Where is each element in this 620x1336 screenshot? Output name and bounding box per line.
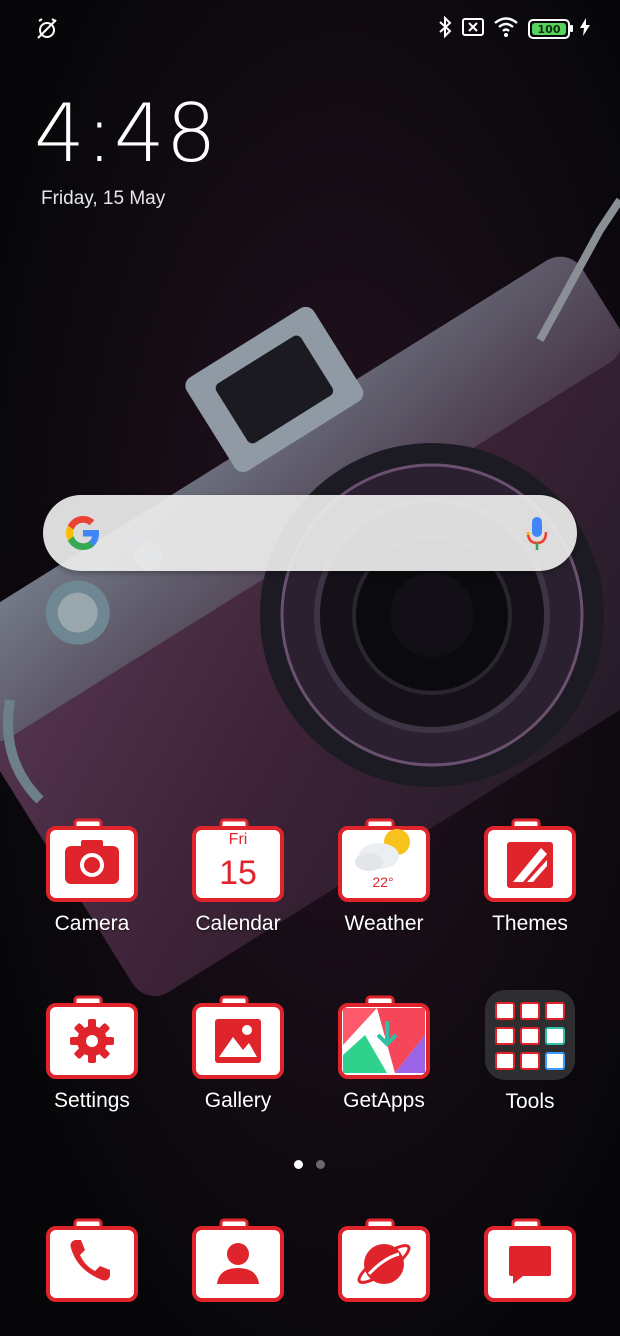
getapps-icon <box>337 995 431 1081</box>
mini-app-icon <box>545 1027 565 1045</box>
calendar-icon: Fri 15 <box>191 818 285 904</box>
app-camera[interactable]: Camera <box>32 818 152 936</box>
settings-gear-icon <box>45 995 139 1081</box>
app-label: Camera <box>54 912 130 935</box>
app-label: Gallery <box>204 1089 272 1112</box>
battery-indicator: 100 <box>528 19 573 39</box>
mini-app-icon <box>495 1002 515 1020</box>
app-calendar[interactable]: Fri 15 Calendar <box>178 818 298 936</box>
mini-app-icon <box>545 1052 565 1070</box>
mini-app-icon <box>520 1002 540 1020</box>
status-bar: 100 <box>0 0 620 58</box>
folder-tools[interactable]: Tools <box>470 990 590 1114</box>
calendar-date: 15 <box>219 854 257 892</box>
app-settings[interactable]: Settings <box>32 995 152 1113</box>
browser-icon <box>337 1218 431 1304</box>
messages-icon <box>483 1218 577 1304</box>
app-gallery[interactable]: Gallery <box>178 995 298 1113</box>
mic-icon[interactable] <box>525 515 549 553</box>
mini-app-icon <box>520 1027 540 1045</box>
dock-contacts[interactable] <box>178 1218 298 1304</box>
bluetooth-icon <box>438 15 452 42</box>
no-sim-icon <box>462 18 484 40</box>
app-label: Calendar <box>195 912 281 935</box>
mini-app-icon <box>495 1052 515 1070</box>
gallery-icon <box>191 995 285 1081</box>
folder-icon <box>485 990 575 1080</box>
page-indicator <box>294 1160 330 1170</box>
google-g-icon <box>63 513 103 553</box>
date-text[interactable]: Friday, 15 May <box>41 188 165 210</box>
charging-bolt-icon <box>580 18 590 40</box>
alarm-off-icon <box>34 16 60 42</box>
page-dot-active[interactable] <box>294 1160 303 1169</box>
app-themes[interactable]: Themes <box>470 818 590 936</box>
dock-phone[interactable] <box>32 1218 152 1304</box>
dock-browser[interactable] <box>324 1218 444 1304</box>
app-label: Tools <box>505 1090 555 1113</box>
app-label: GetApps <box>343 1089 425 1112</box>
calendar-day: Fri <box>229 831 248 848</box>
mini-app-icon <box>520 1052 540 1070</box>
google-search-bar[interactable] <box>43 495 577 571</box>
clock-widget[interactable]: 4:48 <box>34 86 218 182</box>
app-label: Themes <box>492 912 568 935</box>
themes-icon <box>483 818 577 904</box>
wifi-icon <box>494 17 518 41</box>
battery-level: 100 <box>537 22 561 36</box>
page-dot[interactable] <box>316 1160 325 1169</box>
weather-icon: 22° <box>337 818 431 904</box>
dock-messages[interactable] <box>470 1218 590 1304</box>
app-label: Weather <box>344 912 424 935</box>
weather-temp: 22° <box>372 874 393 890</box>
mini-app-icon <box>545 1002 565 1020</box>
app-getapps[interactable]: GetApps <box>324 995 444 1113</box>
camera-icon <box>45 818 139 904</box>
contacts-icon <box>191 1218 285 1304</box>
app-label: Settings <box>54 1089 130 1112</box>
mini-app-icon <box>495 1027 515 1045</box>
phone-icon <box>45 1218 139 1304</box>
app-weather[interactable]: 22° Weather <box>324 818 444 936</box>
